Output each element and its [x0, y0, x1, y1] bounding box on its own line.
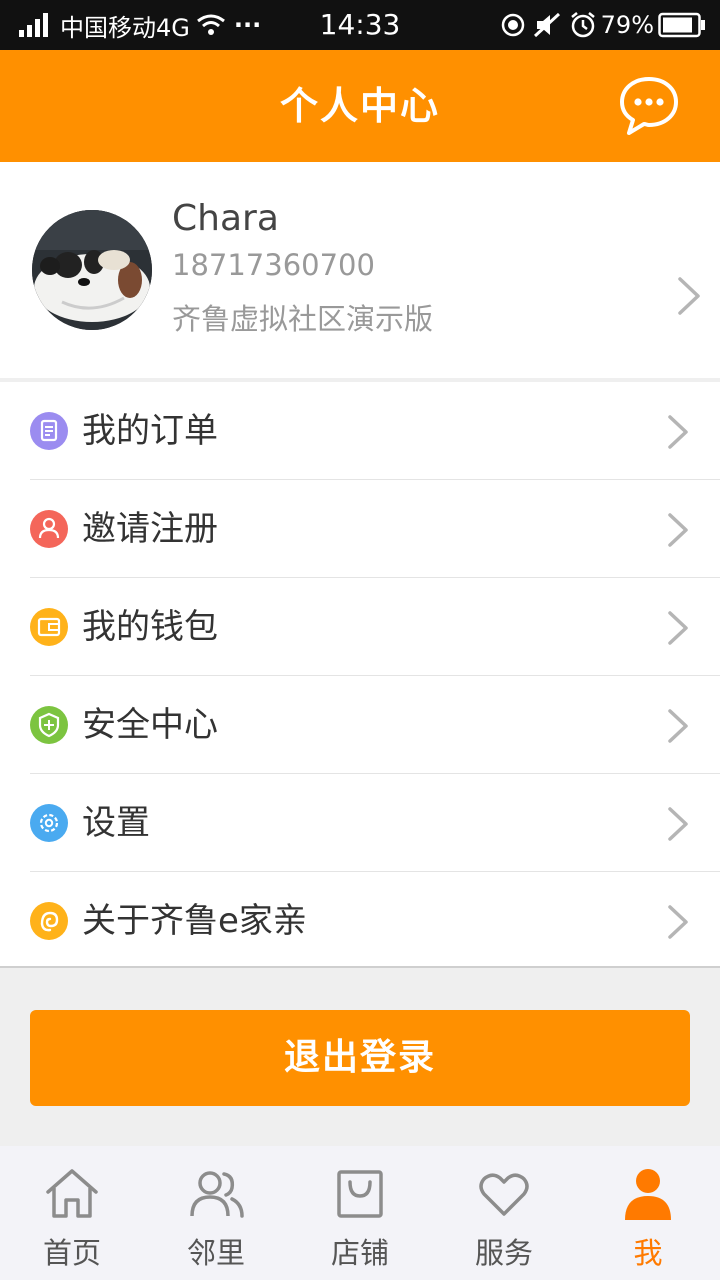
mute-icon [533, 12, 560, 38]
chevron-right-icon [668, 905, 688, 939]
menu-list: 我的订单 邀请注册 我的钱包 安全中心 设置 关于齐鲁e家亲 [0, 382, 720, 968]
menu-item-about[interactable]: 关于齐鲁e家亲 [0, 872, 720, 970]
nav-label: 店铺 [330, 1236, 389, 1270]
nav-label: 我 [633, 1236, 663, 1270]
shield-icon [30, 706, 68, 744]
menu-item-label: 我的订单 [82, 411, 218, 451]
home-icon [46, 1169, 98, 1218]
chevron-right-icon [668, 611, 688, 645]
menu-item-label: 邀请注册 [82, 509, 218, 549]
wallet-icon [30, 608, 68, 646]
menu-item-my-wallet[interactable]: 我的钱包 [0, 578, 720, 676]
menu-item-label: 我的钱包 [82, 607, 218, 647]
profile-community: 齐鲁虚拟社区演示版 [172, 302, 434, 336]
chevron-right-icon [668, 415, 688, 449]
nav-item-shop[interactable]: 店铺 [288, 1146, 432, 1280]
shop-icon [337, 1170, 383, 1218]
heart-icon [479, 1173, 529, 1216]
carrier-text: 中国移动4G [60, 13, 190, 42]
menu-item-label: 关于齐鲁e家亲 [82, 901, 307, 941]
logout-button[interactable]: 退出登录 [30, 1010, 690, 1106]
chevron-right-icon [668, 513, 688, 547]
message-button[interactable] [616, 74, 682, 138]
nav-item-services[interactable]: 服务 [432, 1146, 576, 1280]
chevron-right-icon [678, 277, 700, 315]
panda-avatar-image [32, 210, 152, 330]
status-left: 中国移动4G ··· [18, 0, 261, 50]
order-icon [30, 412, 68, 450]
nav-item-neighbors[interactable]: 邻里 [144, 1146, 288, 1280]
profile-phone: 18717360700 [172, 248, 375, 282]
neighbors-icon [190, 1171, 244, 1218]
avatar[interactable] [32, 210, 152, 330]
wifi-icon [196, 14, 225, 35]
me-icon [625, 1169, 671, 1220]
chat-bubble-icon [620, 77, 678, 135]
battery-icon [658, 12, 705, 38]
person-icon [30, 510, 68, 548]
location-icon [501, 13, 524, 37]
gear-icon [30, 804, 68, 842]
nav-label: 服务 [474, 1236, 533, 1270]
bottom-nav: 首页 邻里 店铺 服务 我 [0, 1146, 720, 1280]
status-dots: ··· [233, 11, 262, 39]
nav-item-home[interactable]: 首页 [0, 1146, 144, 1280]
app-header: 个人中心 [0, 50, 720, 162]
menu-item-security-center[interactable]: 安全中心 [0, 676, 720, 774]
status-bar: 中国移动4G ··· 14:33 79% [0, 0, 720, 50]
alarm-icon [570, 12, 595, 38]
menu-item-settings[interactable]: 设置 [0, 774, 720, 872]
menu-item-label: 安全中心 [82, 705, 218, 745]
nav-item-me[interactable]: 我 [576, 1146, 720, 1280]
menu-item-label: 设置 [82, 803, 150, 843]
menu-item-my-orders[interactable]: 我的订单 [0, 382, 720, 480]
signal-icon [19, 13, 48, 37]
page-title: 个人中心 [279, 84, 440, 128]
profile-card[interactable]: Chara 18717360700 齐鲁虚拟社区演示版 [0, 162, 720, 378]
battery-percent: 79% [600, 11, 654, 39]
nav-label: 邻里 [186, 1236, 245, 1270]
app-logo-icon [30, 902, 68, 940]
profile-name: Chara [172, 198, 279, 239]
status-right: 79% [493, 0, 706, 50]
chevron-right-icon [668, 709, 688, 743]
nav-label: 首页 [42, 1236, 101, 1270]
chevron-right-icon [668, 807, 688, 841]
menu-item-invite-register[interactable]: 邀请注册 [0, 480, 720, 578]
